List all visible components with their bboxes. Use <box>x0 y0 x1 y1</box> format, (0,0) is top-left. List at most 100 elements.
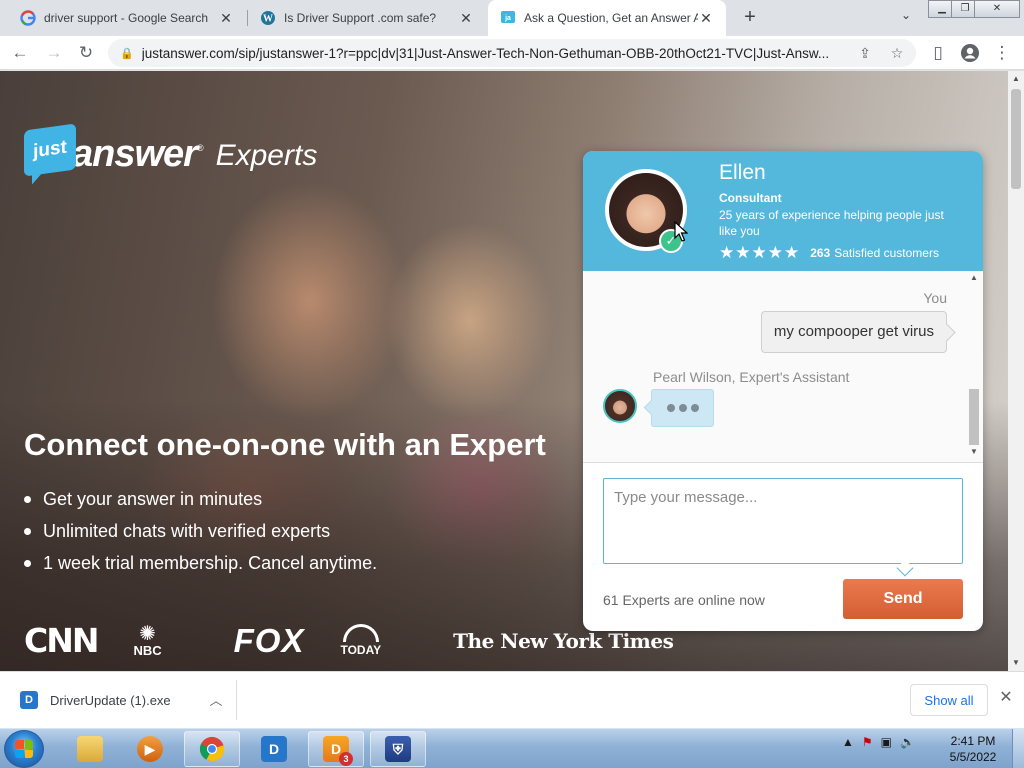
message-input[interactable] <box>603 478 963 564</box>
scroll-up-icon[interactable]: ▲ <box>1008 71 1024 87</box>
logo-word: answer <box>72 133 198 175</box>
download-shelf: D DriverUpdate (1).exe ︿ Show all ✕ <box>0 671 1024 728</box>
lock-icon: 🔒 <box>120 47 134 60</box>
svg-text:W: W <box>263 14 273 25</box>
satisfied-label: Satisfied customers <box>834 246 939 260</box>
justanswer-icon: ja <box>500 10 516 26</box>
benefit-item: 1 week trial membership. Cancel anytime. <box>24 547 377 579</box>
reload-icon[interactable]: ↻ <box>74 41 98 65</box>
taskbar-driverupdate[interactable]: D <box>246 731 302 767</box>
mouse-cursor-icon <box>674 221 688 242</box>
tab-strip: driver support - Google Search ✕ W Is Dr… <box>0 0 1024 36</box>
benefit-item: Unlimited chats with verified experts <box>24 515 377 547</box>
download-item[interactable]: D DriverUpdate (1).exe ︿ <box>12 682 236 718</box>
scroll-up-icon[interactable]: ▲ <box>967 273 981 285</box>
expert-name: Ellen <box>719 161 766 184</box>
close-window-button[interactable]: ✕ <box>974 0 1020 18</box>
chat-widget: ✓ Ellen Consultant 25 years of experienc… <box>583 151 983 631</box>
media-player-icon: ▶ <box>137 736 163 762</box>
wordpress-icon: W <box>260 10 276 26</box>
google-icon <box>20 10 36 26</box>
network-icon[interactable]: ▣ <box>881 735 892 749</box>
system-clock[interactable]: 2:41 PM 5/5/2022 <box>940 733 1006 765</box>
scrollbar-thumb[interactable] <box>1011 89 1021 189</box>
more-menu-icon[interactable]: ⋮ <box>990 41 1014 65</box>
system-tray: ▲ ⚑ ▣ 🔈 <box>842 735 923 749</box>
taskbar-chrome[interactable] <box>184 731 240 767</box>
satisfied-count: 263 <box>810 246 831 260</box>
assistant-label: Pearl Wilson, Expert's Assistant <box>653 369 850 385</box>
expert-role: Consultant <box>719 191 782 205</box>
shield-icon: ⛨ <box>385 736 411 762</box>
windows-logo-icon <box>15 740 33 758</box>
expert-header: ✓ Ellen Consultant 25 years of experienc… <box>583 151 983 271</box>
tab-title: Ask a Question, Get an Answer A <box>524 11 698 25</box>
scroll-down-icon[interactable]: ▼ <box>967 447 981 459</box>
windows-taskbar: ▶ D D 3 ⛨ ▲ ⚑ ▣ 🔈 2:41 PM 5/5/2022 <box>0 728 1024 768</box>
share-icon[interactable]: ⇪ <box>856 44 874 62</box>
d3-app-icon: D 3 <box>323 736 353 766</box>
show-all-button[interactable]: Show all <box>910 684 988 716</box>
expert-rating: ★★★★★ 263 Satisfied customers <box>719 243 939 263</box>
cnn-logo: CNN <box>24 621 99 660</box>
chevron-down-icon[interactable]: ⌄ <box>896 8 916 28</box>
shelf-divider <box>236 680 237 720</box>
taskbar-explorer[interactable] <box>62 731 118 767</box>
profile-icon[interactable] <box>958 41 982 65</box>
page-scrollbar[interactable]: ▲ ▼ <box>1008 71 1024 671</box>
scroll-down-icon[interactable]: ▼ <box>1008 655 1024 671</box>
new-tab-button[interactable]: + <box>738 6 762 30</box>
today-logo: TODAY <box>340 624 417 657</box>
tab-title: Is Driver Support .com safe? <box>284 11 437 25</box>
show-desktop-button[interactable] <box>1012 729 1024 768</box>
side-panel-icon[interactable]: ▯ <box>926 41 950 65</box>
clock-date: 5/5/2022 <box>949 750 997 764</box>
logo-registered: ® <box>196 143 204 153</box>
bullet-icon <box>24 527 31 535</box>
expert-description: 25 years of experience helping people ju… <box>719 208 944 238</box>
url-text: justanswer.com/sip/justanswer-1?r=ppc|dv… <box>141 45 830 61</box>
forward-arrow-icon[interactable]: → <box>42 41 66 65</box>
volume-icon[interactable]: 🔈 <box>900 735 915 749</box>
taskbar-media-player[interactable]: ▶ <box>122 731 178 767</box>
star-icon[interactable]: ☆ <box>888 44 906 62</box>
star-rating-icon: ★★★★★ <box>719 243 801 262</box>
assistant-avatar <box>603 389 637 423</box>
chrome-icon <box>199 736 225 762</box>
logo-bubble: just <box>24 123 76 177</box>
logo-experts: Experts <box>215 139 318 172</box>
taskbar-d3-app[interactable]: D 3 <box>308 731 364 767</box>
driverupdate-icon: D <box>261 736 287 762</box>
tab-google-search[interactable]: driver support - Google Search ✕ <box>8 0 246 36</box>
hero-headline: Connect one-on-one with an Expert <box>24 427 546 462</box>
tray-expand-icon[interactable]: ▲ <box>842 735 854 749</box>
close-icon[interactable]: ✕ <box>996 688 1016 708</box>
browser-toolbar: ← → ↻ 🔒 justanswer.com/sip/justanswer-1?… <box>0 36 1024 70</box>
tab-justanswer[interactable]: ja Ask a Question, Get an Answer A ✕ <box>488 0 726 36</box>
benefit-list: Get your answer in minutes Unlimited cha… <box>24 483 377 579</box>
start-button[interactable] <box>4 730 44 768</box>
typing-indicator <box>651 389 714 427</box>
peacock-icon: ✺ <box>139 623 156 645</box>
close-icon[interactable]: ✕ <box>698 10 714 26</box>
chevron-up-icon[interactable]: ︿ <box>206 690 226 709</box>
network-warning-icon[interactable]: ⚑ <box>862 735 873 749</box>
justanswer-logo[interactable]: just answer ® Experts <box>24 123 318 177</box>
close-icon[interactable]: ✕ <box>218 10 234 26</box>
tab-title: driver support - Google Search <box>44 11 209 25</box>
folder-icon <box>77 736 103 762</box>
chat-messages: You my compooper get virus Pearl Wilson,… <box>583 271 983 463</box>
scrollbar-thumb[interactable] <box>969 389 979 445</box>
tab-wordpress[interactable]: W Is Driver Support .com safe? ✕ <box>248 0 486 36</box>
experts-online-text: 61 Experts are online now <box>603 592 765 608</box>
clock-time: 2:41 PM <box>950 734 996 748</box>
chat-scrollbar[interactable]: ▲ ▼ <box>967 271 981 461</box>
bullet-icon <box>24 559 31 567</box>
address-bar[interactable]: 🔒 justanswer.com/sip/justanswer-1?r=ppc|… <box>108 39 916 67</box>
send-button[interactable]: Send <box>843 579 963 619</box>
page-viewport: just answer ® Experts Connect one-on-one… <box>0 71 1024 671</box>
back-arrow-icon[interactable]: ← <box>8 41 32 65</box>
benefit-item: Get your answer in minutes <box>24 483 377 515</box>
taskbar-security-app[interactable]: ⛨ <box>370 731 426 767</box>
close-icon[interactable]: ✕ <box>458 10 474 26</box>
